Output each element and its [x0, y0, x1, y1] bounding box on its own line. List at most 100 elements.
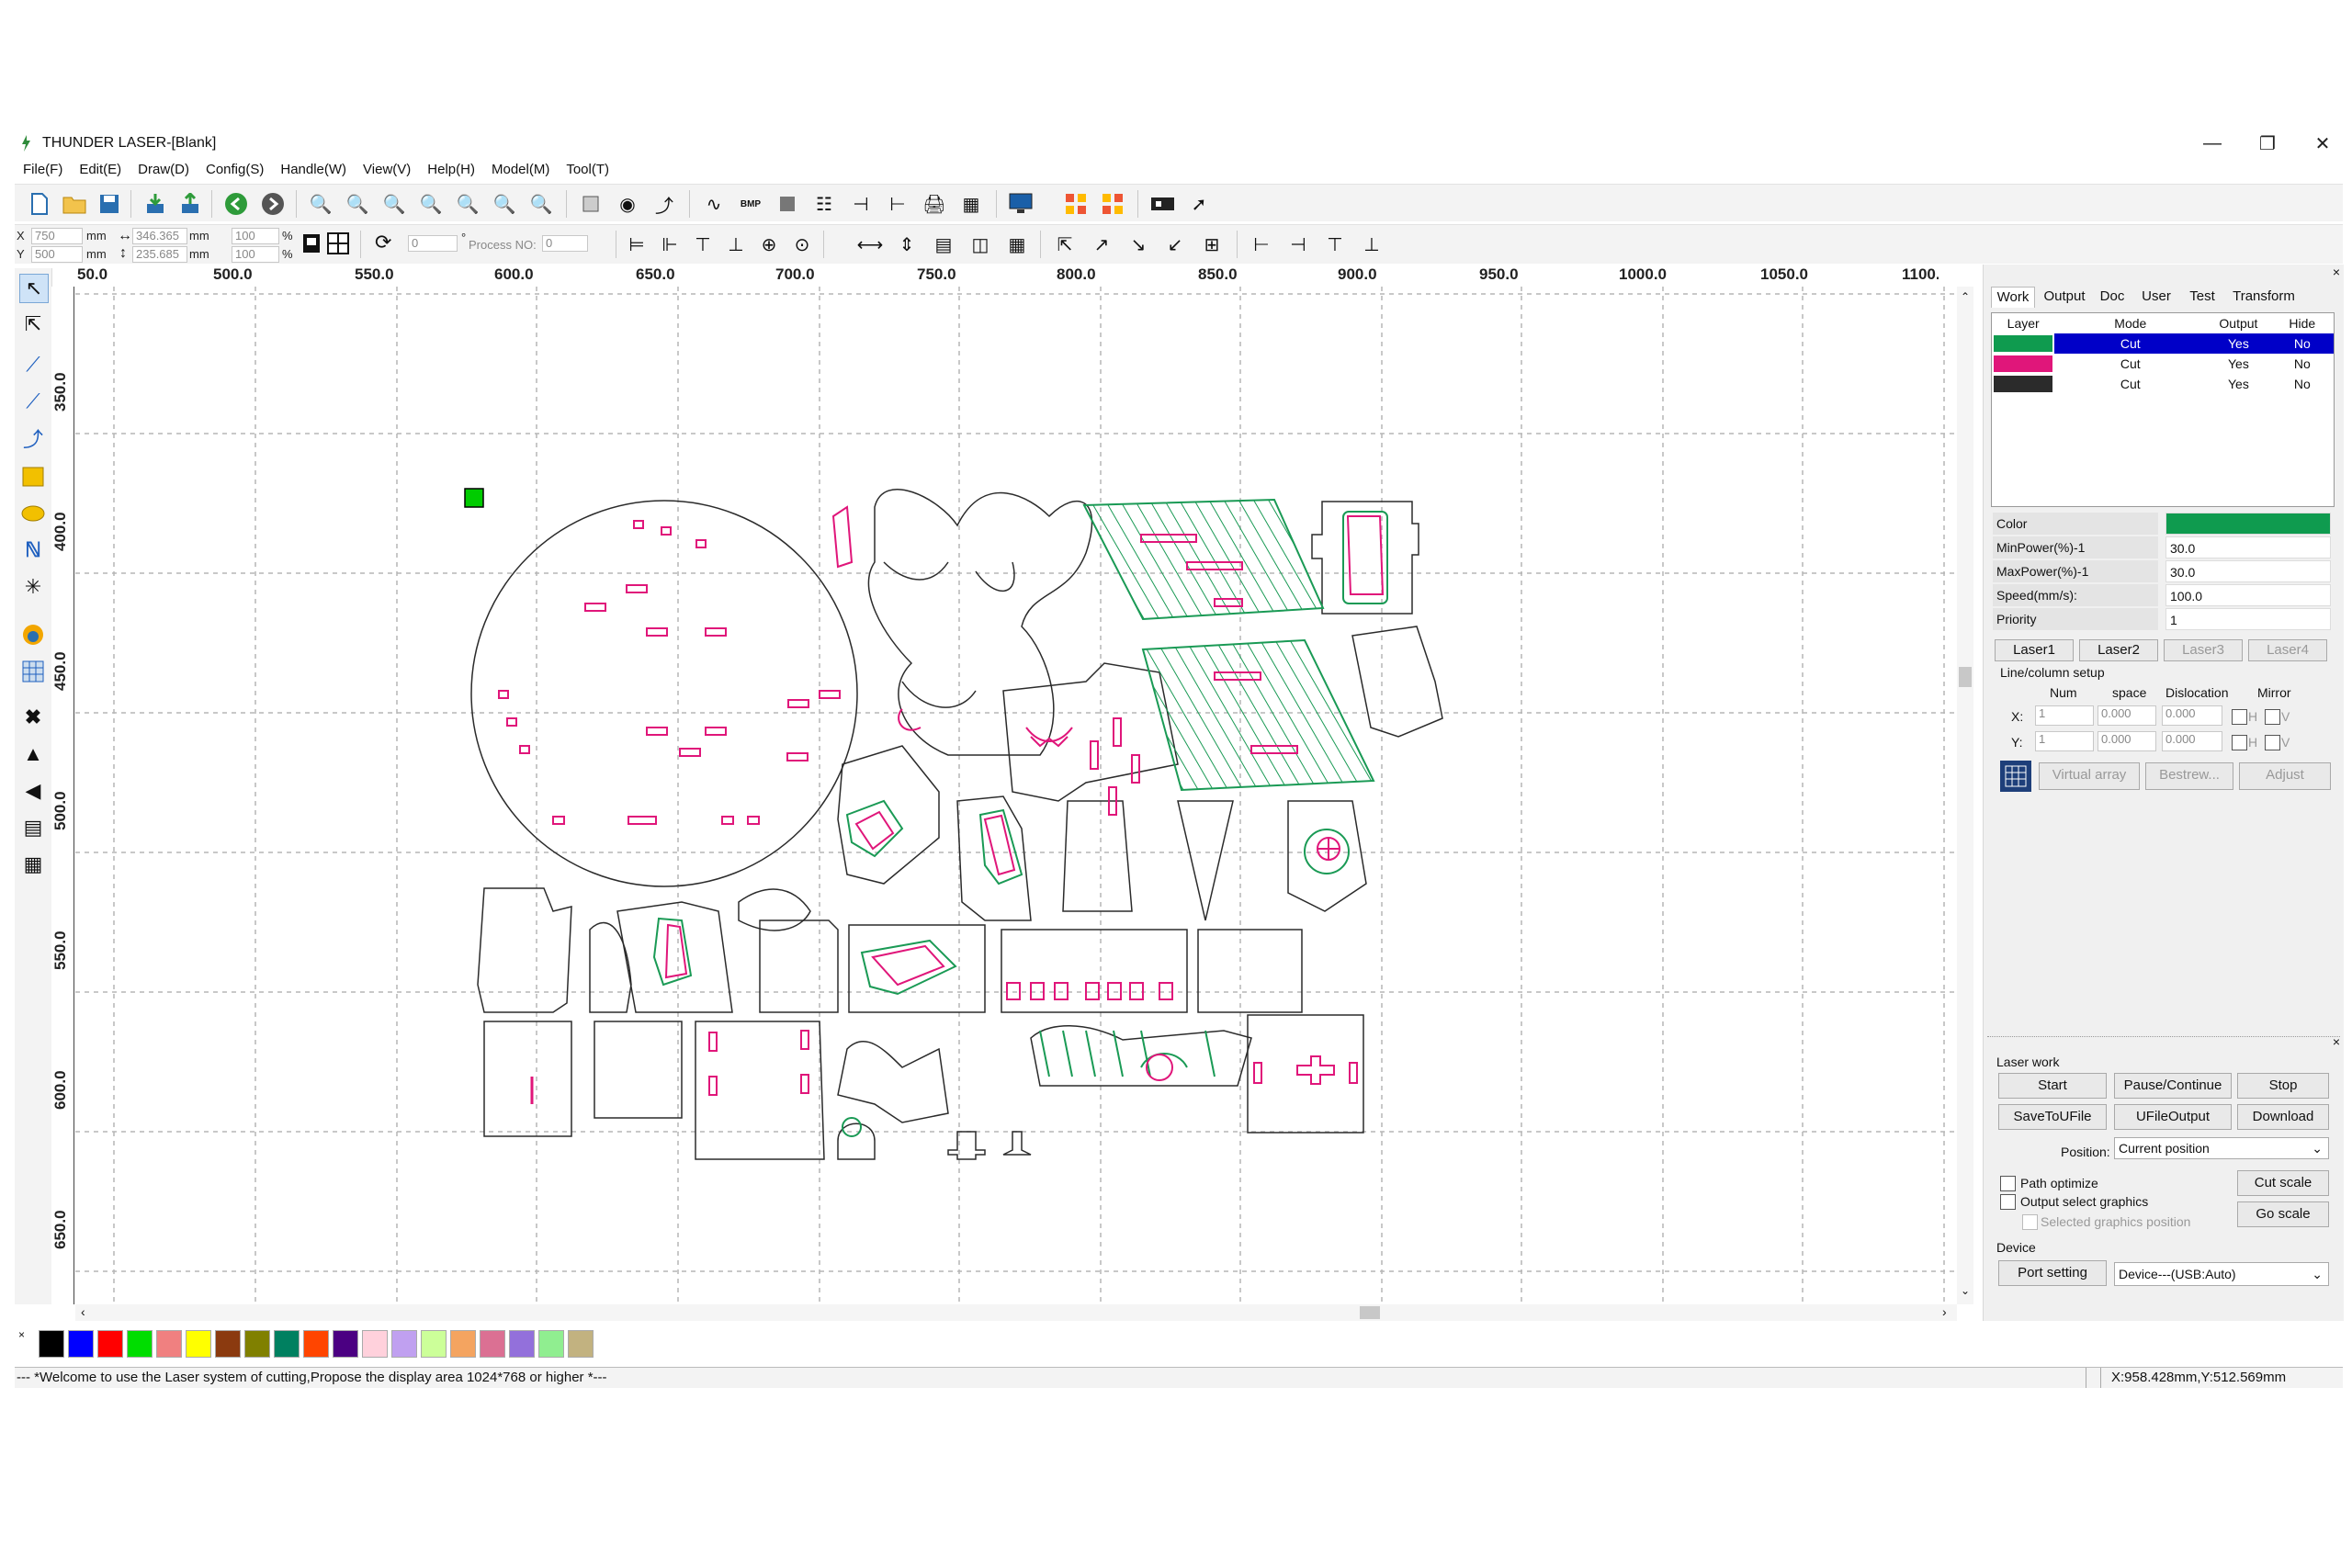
menu-tool[interactable]: Tool(T) [558, 158, 617, 181]
palette-swatch[interactable] [156, 1330, 182, 1358]
menu-file[interactable]: File(F) [15, 158, 71, 181]
width-lock-icon[interactable]: ↔ [118, 228, 132, 244]
y-mirror-v-checkbox[interactable] [2265, 735, 2280, 750]
rotate-icon[interactable]: ⟳ [375, 231, 391, 254]
horizontal-scroll-thumb[interactable] [1360, 1306, 1380, 1319]
ellipse-icon[interactable] [19, 500, 47, 527]
start-button[interactable]: Start [1998, 1073, 2107, 1099]
scroll-up-icon[interactable]: ⌃ [1961, 290, 1970, 303]
align-top-icon[interactable]: ⊤ [691, 232, 715, 256]
x-dislocation-field[interactable]: 0.000 [2162, 705, 2222, 726]
align-vcenter-icon[interactable]: ⊙ [790, 232, 814, 256]
zoom-fit-icon[interactable]: 🔍 [419, 192, 443, 216]
fill-icon[interactable] [775, 192, 799, 216]
layer-row[interactable]: Cut Yes No [1992, 374, 2334, 394]
go-scale-button[interactable]: Go scale [2237, 1201, 2329, 1227]
node-edit-icon[interactable]: ◉ [616, 192, 639, 216]
import-icon[interactable] [143, 192, 167, 216]
output-select-graphics-checkbox[interactable] [2000, 1194, 2016, 1210]
y-num-field[interactable]: 1 [2035, 731, 2094, 751]
move-top-edge-icon[interactable]: ⊤ [1323, 232, 1347, 256]
move-bottom-right-icon[interactable]: ↘ [1126, 232, 1150, 256]
y-mirror-h-checkbox[interactable] [2232, 735, 2247, 750]
palette-swatch[interactable] [303, 1330, 329, 1358]
x-position-field[interactable]: 750 [31, 228, 83, 244]
prop-maxpower-field[interactable]: 30.0 [2165, 560, 2331, 582]
grid-tool-icon[interactable] [19, 658, 47, 685]
layer-output[interactable]: Yes [2206, 354, 2270, 374]
laser-pointer-icon[interactable]: ➚ [1187, 192, 1211, 216]
node-select-icon[interactable]: ⇱ [19, 310, 47, 338]
palette-swatch[interactable] [186, 1330, 211, 1358]
panel-close-icon[interactable]: × [2333, 265, 2340, 279]
vertical-scroll-thumb[interactable] [1959, 667, 1972, 687]
undo-icon[interactable] [224, 192, 248, 216]
array-grid-button-icon[interactable] [2000, 761, 2031, 792]
tab-output[interactable]: Output [2039, 287, 2090, 307]
table-icon[interactable]: ▦ [959, 192, 983, 216]
tab-laser2[interactable]: Laser2 [2079, 639, 2158, 661]
mirror-vertical-icon[interactable]: ◀ [19, 777, 47, 805]
drawing-canvas[interactable] [75, 287, 1957, 1304]
virtual-array-button[interactable]: Virtual array [2039, 762, 2140, 790]
align-right-icon[interactable]: ⊩ [658, 232, 682, 256]
laser-work-close-icon[interactable]: × [2333, 1034, 2340, 1049]
delete-icon[interactable]: ✖ [19, 704, 47, 731]
tab-transform[interactable]: Transform [2228, 287, 2300, 307]
bestrew-button[interactable]: Bestrew... [2145, 762, 2233, 790]
palette-swatch[interactable] [421, 1330, 447, 1358]
port-setting-button[interactable]: Port setting [1998, 1260, 2107, 1286]
tab-laser1[interactable]: Laser1 [1995, 639, 2074, 661]
layer-row[interactable]: Cut Yes No [1992, 354, 2334, 374]
align-horizontal-icon[interactable]: ⊣ [849, 192, 873, 216]
scroll-left-icon[interactable]: ‹ [81, 1304, 85, 1319]
prop-color-value[interactable] [2165, 513, 2331, 535]
prop-minpower-field[interactable]: 30.0 [2165, 536, 2331, 558]
mirror-horizontal-icon[interactable]: ▲ [19, 740, 47, 768]
tab-laser4[interactable]: Laser4 [2248, 639, 2327, 661]
vertical-scrollbar[interactable]: ⌃ ⌄ [1957, 287, 1973, 1304]
line-icon[interactable]: ⟋ [19, 351, 47, 378]
layer-output[interactable]: Yes [2206, 333, 2271, 354]
bitmap-icon[interactable]: BMP [739, 192, 763, 216]
scale-x-field[interactable]: 100 [232, 228, 279, 244]
array-tool-icon[interactable]: ▦ [19, 851, 47, 878]
layer-row[interactable]: Cut Yes No [1992, 333, 2334, 354]
layer-mode[interactable]: Cut [2054, 374, 2206, 394]
x-num-field[interactable]: 1 [2035, 705, 2094, 726]
move-bottom-edge-icon[interactable]: ⊥ [1360, 232, 1384, 256]
palette-swatch[interactable] [68, 1330, 94, 1358]
cut-scale-button[interactable]: Cut scale [2237, 1170, 2329, 1196]
palette-swatch[interactable] [244, 1330, 270, 1358]
x-space-field[interactable]: 0.000 [2098, 705, 2156, 726]
move-bottom-left-icon[interactable]: ↙ [1163, 232, 1187, 256]
bitmap-tool-icon[interactable] [19, 621, 47, 649]
same-height-icon[interactable]: ⇕ [895, 232, 919, 256]
x-mirror-v-checkbox[interactable] [2265, 709, 2280, 725]
export-icon[interactable] [178, 192, 202, 216]
move-center-icon[interactable]: ⊞ [1200, 232, 1224, 256]
array-dots-icon[interactable] [1064, 192, 1088, 216]
zoom-in-icon[interactable]: 🔍 [309, 192, 333, 216]
minimize-icon[interactable]: — [2187, 130, 2238, 156]
tab-doc[interactable]: Doc [2094, 287, 2131, 307]
open-folder-icon[interactable] [62, 192, 86, 216]
space-horizontal-icon[interactable]: ◫ [968, 232, 992, 256]
rotate-angle-field[interactable]: 0 [408, 235, 458, 252]
height-lock-icon[interactable]: ↕ [119, 245, 127, 262]
menu-help[interactable]: Help(H) [419, 158, 483, 181]
move-top-right-icon[interactable]: ↗ [1090, 232, 1114, 256]
zoom-select-icon[interactable]: 🔍 [492, 192, 516, 216]
x-mirror-h-checkbox[interactable] [2232, 709, 2247, 725]
align-bottom-icon[interactable]: ⊥ [724, 232, 748, 256]
zoom-out-icon[interactable]: 🔍 [382, 192, 406, 216]
adjust-button[interactable]: Adjust [2239, 762, 2331, 790]
stop-button[interactable]: Stop [2237, 1073, 2329, 1099]
download-button[interactable]: Download [2237, 1104, 2329, 1130]
tab-work[interactable]: Work [1991, 287, 2035, 308]
scroll-down-icon[interactable]: ⌄ [1961, 1284, 1970, 1297]
process-no-field[interactable]: 0 [542, 235, 588, 252]
palette-swatch[interactable] [538, 1330, 564, 1358]
palette-swatch[interactable] [568, 1330, 594, 1358]
palette-swatch[interactable] [391, 1330, 417, 1358]
